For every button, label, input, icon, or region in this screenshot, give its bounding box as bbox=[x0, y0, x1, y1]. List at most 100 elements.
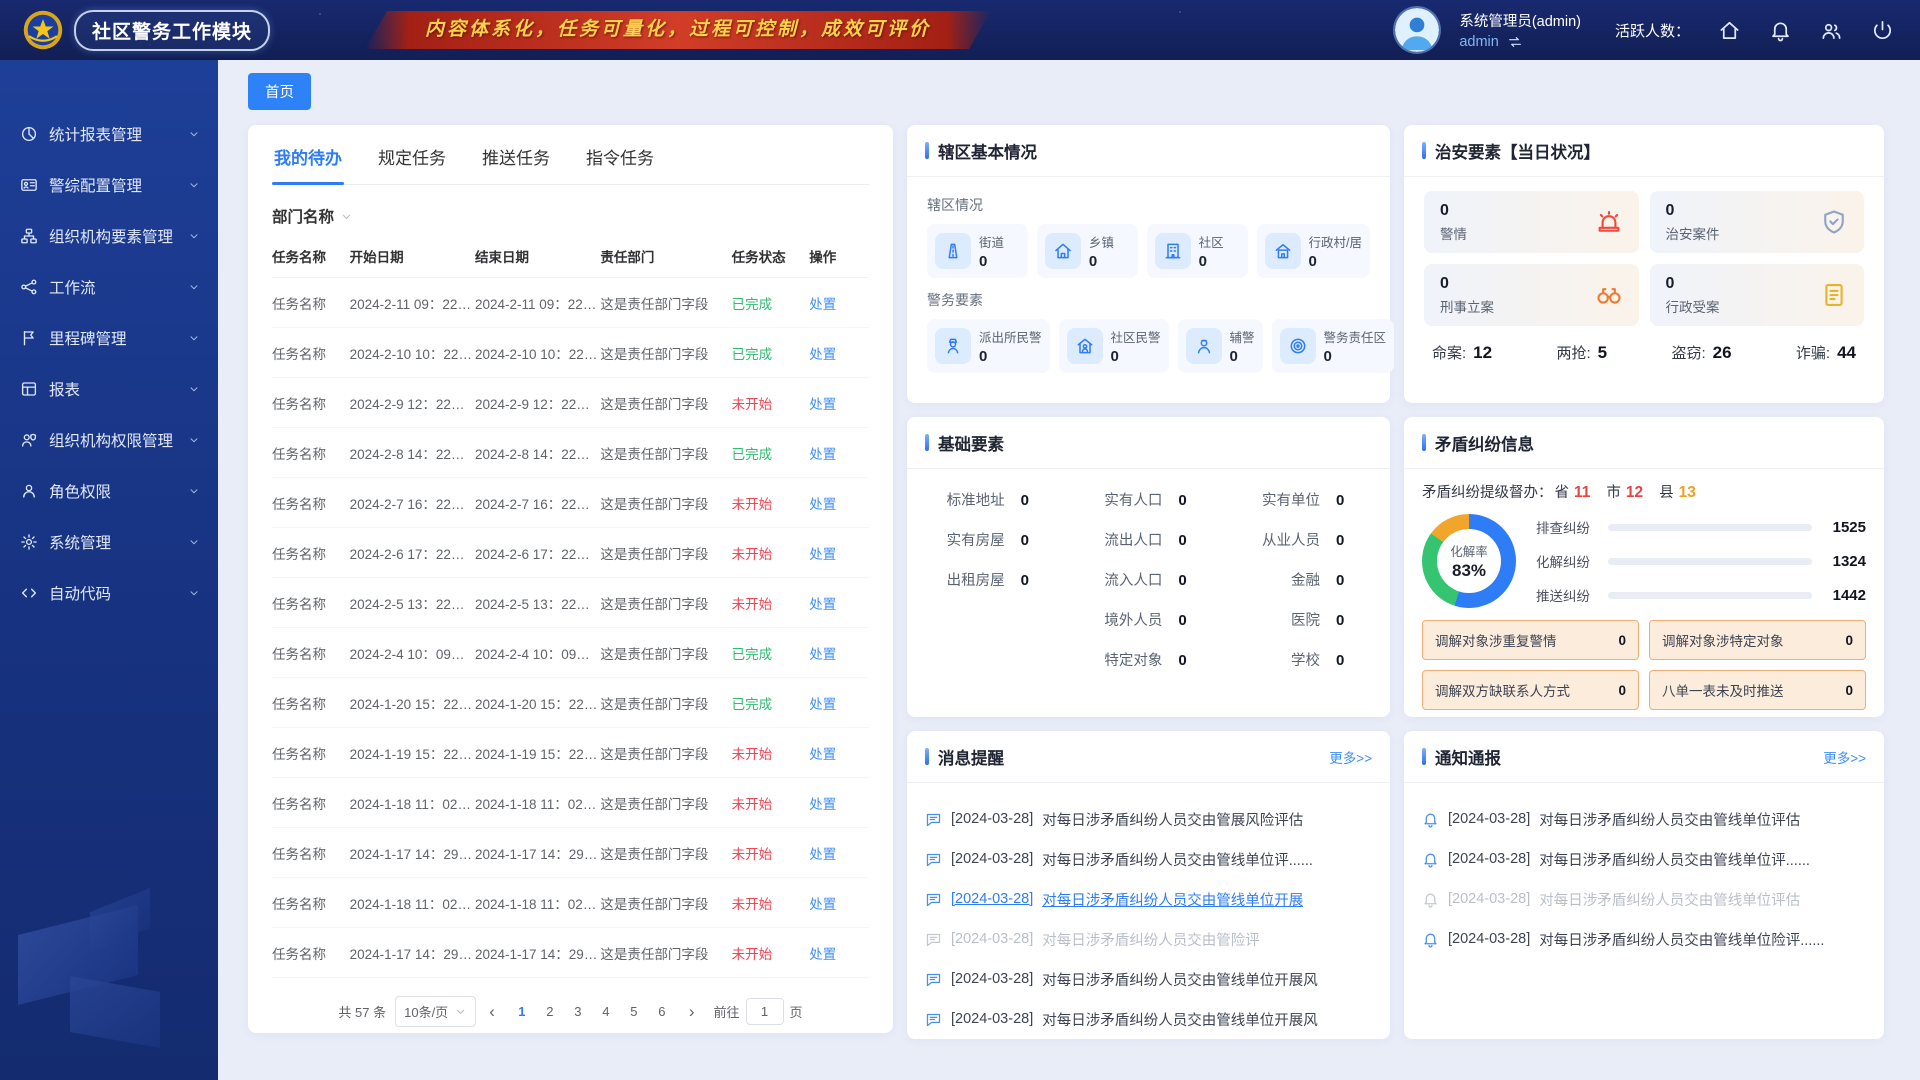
sidebar-item[interactable]: 里程碑管理 bbox=[0, 312, 218, 363]
message-icon bbox=[925, 851, 942, 868]
page-number-button[interactable]: 5 bbox=[620, 998, 648, 1026]
app-title: 社区警务工作模块 bbox=[74, 10, 270, 51]
sidebar-item[interactable]: 系统管理 bbox=[0, 516, 218, 567]
status-badge: 未开始 bbox=[732, 597, 773, 612]
task-name-cell: 任务名称 bbox=[272, 878, 350, 928]
table-row: 任务名称 2024-2-11 09：22：03 2024-2-11 09：22：… bbox=[272, 278, 869, 328]
handle-link[interactable]: 处置 bbox=[809, 397, 836, 412]
messages-more-link[interactable]: 更多>> bbox=[1329, 747, 1372, 767]
handle-link[interactable]: 处置 bbox=[809, 497, 836, 512]
police-stat: 警务责任区 0 bbox=[1272, 319, 1395, 373]
logout-power-icon[interactable] bbox=[1871, 19, 1894, 42]
stat-value: 0 bbox=[1111, 348, 1161, 365]
caret-down-icon bbox=[340, 210, 353, 223]
basic-stat: 实有单位 0 bbox=[1222, 489, 1380, 510]
handle-link[interactable]: 处置 bbox=[809, 797, 836, 812]
chevron-down-icon bbox=[188, 485, 200, 497]
department-filter[interactable]: 部门名称 bbox=[272, 205, 869, 227]
sidebar-item[interactable]: 组织机构要素管理 bbox=[0, 210, 218, 261]
status-badge: 未开始 bbox=[732, 397, 773, 412]
handle-link[interactable]: 处置 bbox=[809, 897, 836, 912]
notification-bell-icon[interactable] bbox=[1769, 19, 1792, 42]
sidebar-item-label: 系统管理 bbox=[49, 531, 111, 553]
user-avatar[interactable] bbox=[1395, 8, 1439, 52]
security-stat: 0 刑事立案 bbox=[1424, 264, 1639, 326]
notice-item[interactable]: [2024-03-28] 对每日涉矛盾纠纷人员交由管线单位评估 bbox=[1422, 879, 1866, 919]
start-date-cell: 2024-2-11 09：22：03 bbox=[350, 278, 475, 328]
department-cell: 这是责任部门字段 bbox=[600, 478, 731, 528]
handle-link[interactable]: 处置 bbox=[809, 697, 836, 712]
goto-page-input[interactable] bbox=[746, 998, 784, 1025]
notices-more-link[interactable]: 更多>> bbox=[1823, 747, 1866, 767]
home-icon[interactable] bbox=[1718, 19, 1741, 42]
officer-icon bbox=[935, 328, 971, 364]
dispute-filter-button[interactable]: 调解对象涉特定对象 0 bbox=[1649, 620, 1866, 660]
next-page-button[interactable]: › bbox=[685, 1002, 699, 1022]
switch-user-icon[interactable] bbox=[1507, 34, 1523, 50]
notices-card-title: 通知通报 更多>> bbox=[1404, 731, 1884, 783]
table-row: 任务名称 2024-2-10 10：22：32 2024-2-10 10：22：… bbox=[272, 328, 869, 378]
handle-link[interactable]: 处置 bbox=[809, 597, 836, 612]
todo-tab[interactable]: 规定任务 bbox=[376, 125, 448, 184]
message-item[interactable]: [2024-03-28] 对每日涉矛盾纠纷人员交由管线单位评...... bbox=[925, 839, 1372, 879]
table-row: 任务名称 2024-2-5 13：22：49 2024-2-5 13：22：49… bbox=[272, 578, 869, 628]
stat-value: 0 bbox=[979, 253, 1004, 270]
page-size-select[interactable]: 10条/页 bbox=[395, 996, 476, 1027]
todo-tab[interactable]: 我的待办 bbox=[272, 125, 344, 184]
handcuffs-icon bbox=[1595, 281, 1623, 309]
department-cell: 这是责任部门字段 bbox=[600, 878, 731, 928]
handle-link[interactable]: 处置 bbox=[809, 647, 836, 662]
department-cell: 这是责任部门字段 bbox=[600, 328, 731, 378]
sidebar-item[interactable]: 报表 bbox=[0, 363, 218, 414]
notice-item[interactable]: [2024-03-28] 对每日涉矛盾纠纷人员交由管线单位险评...... bbox=[1422, 919, 1866, 959]
page-number-button[interactable]: 3 bbox=[564, 998, 592, 1026]
goto-label: 前往 bbox=[714, 1002, 740, 1021]
page-number-button[interactable]: 6 bbox=[648, 998, 676, 1026]
dispute-filter-button[interactable]: 调解双方缺联系人方式 0 bbox=[1422, 670, 1639, 710]
notice-item[interactable]: [2024-03-28] 对每日涉矛盾纠纷人员交由管线单位评...... bbox=[1422, 839, 1866, 879]
district-card: 辖区基本情况 辖区情况 街道 0 bbox=[907, 125, 1390, 403]
message-item[interactable]: [2024-03-28] 对每日涉矛盾纠纷人员交由管险评 bbox=[925, 919, 1372, 959]
task-name-cell: 任务名称 bbox=[272, 428, 350, 478]
sidebar-item[interactable]: 自动代码 bbox=[0, 567, 218, 618]
main-content: 首页 我的待办 规定任务 推送任务 指令任务 部门名称 bbox=[218, 60, 1920, 1080]
handle-link[interactable]: 处置 bbox=[809, 447, 836, 462]
todo-tab[interactable]: 指令任务 bbox=[584, 125, 656, 184]
start-date-cell: 2024-2-9 12：22：49 bbox=[350, 378, 475, 428]
slogan-banner: 内容体系化，任务可量化，过程可控制，成效可评价 bbox=[365, 11, 991, 49]
status-badge: 未开始 bbox=[732, 947, 773, 962]
message-item[interactable]: [2024-03-28] 对每日涉矛盾纠纷人员交由管展风险评估 bbox=[925, 799, 1372, 839]
handle-link[interactable]: 处置 bbox=[809, 847, 836, 862]
sidebar-item-label: 统计报表管理 bbox=[49, 123, 142, 145]
contacts-icon[interactable] bbox=[1820, 19, 1843, 42]
dispute-filter-button[interactable]: 八单一表未及时推送 0 bbox=[1649, 670, 1866, 710]
sidebar-item[interactable]: 统计报表管理 bbox=[0, 108, 218, 159]
prev-page-button[interactable]: ‹ bbox=[485, 1002, 499, 1022]
handle-link[interactable]: 处置 bbox=[809, 547, 836, 562]
chevron-down-icon bbox=[188, 281, 200, 293]
end-date-cell: 2024-2-8 14：22：57 bbox=[475, 428, 600, 478]
status-badge: 已完成 bbox=[732, 647, 773, 662]
status-badge: 已完成 bbox=[732, 447, 773, 462]
message-item[interactable]: [2024-03-28] 对每日涉矛盾纠纷人员交由管线单位开展 bbox=[925, 879, 1372, 919]
page-number-button[interactable]: 4 bbox=[592, 998, 620, 1026]
todo-tab[interactable]: 推送任务 bbox=[480, 125, 552, 184]
handle-link[interactable]: 处置 bbox=[809, 747, 836, 762]
dispute-filter-button[interactable]: 调解对象涉重复警情 0 bbox=[1422, 620, 1639, 660]
sidebar-item[interactable]: 警综配置管理 bbox=[0, 159, 218, 210]
disputes-card-title: 矛盾纠纷信息 bbox=[1404, 417, 1884, 469]
message-item[interactable]: [2024-03-28] 对每日涉矛盾纠纷人员交由管线单位开展风 bbox=[925, 999, 1372, 1039]
sidebar-item[interactable]: 组织机构权限管理 bbox=[0, 414, 218, 465]
handle-link[interactable]: 处置 bbox=[809, 347, 836, 362]
page-number-button[interactable]: 2 bbox=[536, 998, 564, 1026]
tab-home[interactable]: 首页 bbox=[248, 73, 311, 110]
sidebar-item[interactable]: 工作流 bbox=[0, 261, 218, 312]
handle-link[interactable]: 处置 bbox=[809, 947, 836, 962]
page-number-button[interactable]: 1 bbox=[508, 998, 536, 1026]
end-date-cell: 2024-2-10 10：22：32 bbox=[475, 328, 600, 378]
handle-link[interactable]: 处置 bbox=[809, 297, 836, 312]
table-row: 任务名称 2024-2-9 12：22：49 2024-2-9 12：22：49… bbox=[272, 378, 869, 428]
message-item[interactable]: [2024-03-28] 对每日涉矛盾纠纷人员交由管线单位开展风 bbox=[925, 959, 1372, 999]
notice-item[interactable]: [2024-03-28] 对每日涉矛盾纠纷人员交由管线单位评估 bbox=[1422, 799, 1866, 839]
sidebar-item[interactable]: 角色权限 bbox=[0, 465, 218, 516]
